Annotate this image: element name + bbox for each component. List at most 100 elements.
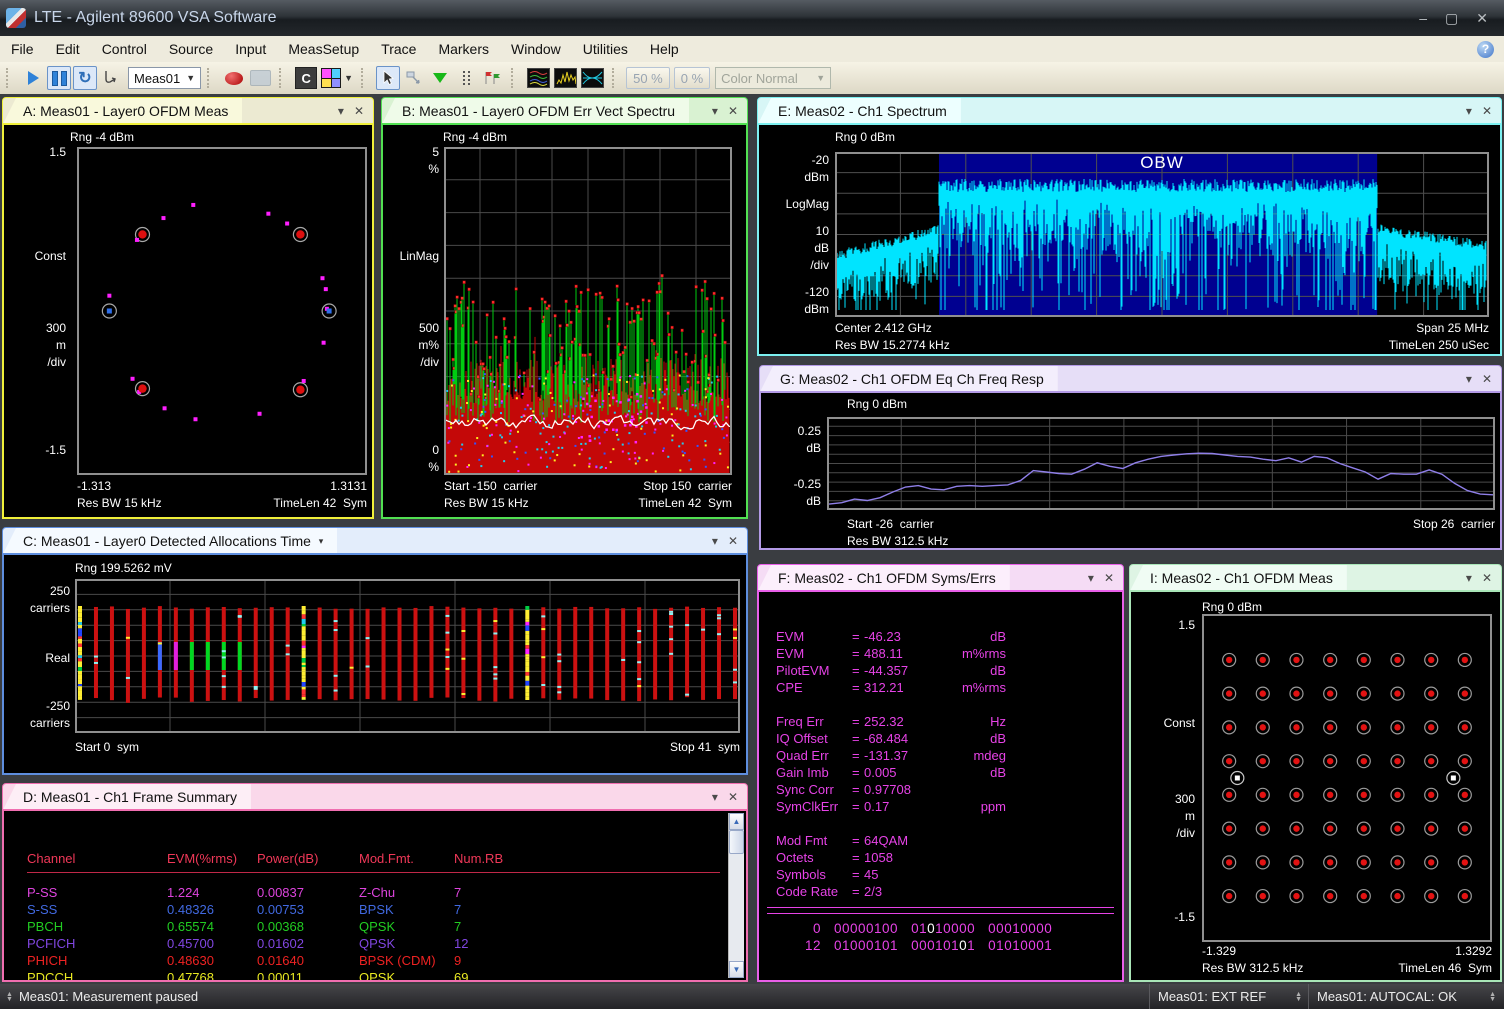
caret-down-icon[interactable]: ▾	[712, 790, 718, 804]
panel-b-body: Rng -4 dBm 5 % LinMag 500 m% /div 0 % St…	[381, 123, 748, 519]
pointer-tool-button[interactable]	[376, 66, 400, 90]
menu-item-file[interactable]: File	[0, 38, 45, 60]
timelen-label: TimeLen 42 Sym	[592, 496, 732, 510]
caret-down-icon[interactable]: ▾	[1466, 571, 1472, 585]
range-label: Rng -4 dBm	[70, 130, 134, 144]
close-button[interactable]: ✕	[1476, 10, 1488, 27]
menu-item-trace[interactable]: Trace	[370, 38, 427, 60]
panel-eq-ch-freq-resp-g: G: Meas02 - Ch1 OFDM Eq Ch Freq Resp ▾✕ …	[759, 365, 1502, 550]
menu-item-markers[interactable]: Markers	[427, 38, 500, 60]
panel-i-header: I: Meas02 - Ch1 OFDM Meas ▾ ✕	[1129, 564, 1502, 592]
menu-item-edit[interactable]: Edit	[45, 38, 91, 60]
peak-marker-button[interactable]	[428, 66, 452, 90]
restart-button[interactable]: ↻	[73, 66, 97, 90]
menu-item-source[interactable]: Source	[158, 38, 224, 60]
toolbar-grip[interactable]	[207, 68, 216, 88]
toolbar-grip[interactable]	[361, 68, 370, 88]
panel-spectrum-e: E: Meas02 - Ch1 Spectrum ▾✕ Rng 0 dBm -2…	[757, 97, 1502, 356]
pointer-icon	[381, 70, 395, 86]
caret-down-icon[interactable]: ▾	[1088, 571, 1094, 585]
eye-diagram-button[interactable]	[580, 66, 605, 90]
status-spinner-icon[interactable]: ▲▼	[1489, 992, 1496, 1002]
decoded-bits-row: 12010001010001010101010001	[759, 938, 1122, 955]
band-markers-button[interactable]	[454, 66, 478, 90]
trigger-button[interactable]	[99, 66, 123, 90]
close-icon[interactable]: ✕	[728, 790, 738, 804]
panel-frame-summary-d: D: Meas01 - Ch1 Frame Summary ▾✕ Channel…	[2, 783, 748, 982]
close-icon[interactable]: ✕	[1482, 104, 1492, 118]
resbw-label: Res BW 312.5 kHz	[1202, 961, 1303, 975]
menu-item-meassetup[interactable]: MeasSetup	[277, 38, 370, 60]
close-icon[interactable]: ✕	[1482, 571, 1492, 585]
pause-button[interactable]	[47, 66, 71, 90]
close-icon[interactable]: ✕	[728, 104, 738, 118]
caret-down-icon[interactable]: ▾	[712, 104, 718, 118]
menu-item-window[interactable]: Window	[500, 38, 572, 60]
spectrogram-display-button[interactable]	[526, 66, 551, 90]
coupling-icon: C	[295, 67, 317, 89]
panel-a-tab[interactable]: A: Meas01 - Layer0 OFDM Meas	[3, 98, 242, 124]
maximize-button[interactable]: ▢	[1445, 10, 1458, 27]
screenshot-button[interactable]	[248, 66, 272, 90]
move-marker-button[interactable]	[402, 66, 426, 90]
record-button[interactable]	[222, 66, 246, 90]
help-icon[interactable]: ?	[1477, 41, 1494, 58]
constellation-plot-a[interactable]	[77, 147, 367, 475]
error-spectrum-plot-b[interactable]	[444, 147, 732, 475]
scrollbar-thumb[interactable]	[729, 830, 744, 854]
close-icon[interactable]: ✕	[1482, 372, 1492, 386]
menu-item-utilities[interactable]: Utilities	[572, 38, 639, 60]
menu-item-control[interactable]: Control	[91, 38, 158, 60]
metric-row: IQ Offset=-68.484dB	[776, 731, 1112, 748]
panel-e-tab[interactable]: E: Meas02 - Ch1 Spectrum	[758, 98, 961, 124]
spectrum-plot-e[interactable]: OBW	[835, 152, 1489, 317]
layout-grid-button[interactable]: ▼	[320, 66, 354, 90]
scroll-down-icon[interactable]: ▼	[729, 961, 744, 978]
close-icon[interactable]: ✕	[354, 104, 364, 118]
panel-b-tab[interactable]: B: Meas01 - Layer0 OFDM Err Vect Spectru	[382, 98, 689, 124]
freq-resp-plot-g[interactable]	[827, 417, 1495, 510]
menu-item-input[interactable]: Input	[224, 38, 277, 60]
panel-i-tab[interactable]: I: Meas02 - Ch1 OFDM Meas	[1130, 565, 1347, 591]
caret-down-icon[interactable]: ▾	[712, 534, 718, 548]
caret-down-icon[interactable]: ▾	[338, 104, 344, 118]
close-icon[interactable]: ✕	[728, 534, 738, 548]
flag-markers-button[interactable]	[480, 66, 504, 90]
scroll-up-icon[interactable]: ▲	[729, 813, 744, 830]
trace-dropdown-icon[interactable]: ▾	[319, 536, 324, 547]
measurement-select[interactable]: Meas01▼	[128, 67, 201, 89]
allocations-plot-c[interactable]	[75, 579, 740, 733]
coupling-button[interactable]: C	[294, 66, 318, 90]
panel-c-tab[interactable]: C: Meas01 - Layer0 Detected Allocations …	[3, 528, 337, 554]
status-spinner-icon[interactable]: ▲▼	[1295, 992, 1302, 1002]
chevron-down-icon: ▼	[816, 73, 825, 83]
panel-g-tab[interactable]: G: Meas02 - Ch1 OFDM Eq Ch Freq Resp	[760, 366, 1058, 392]
metric-row: EVM=-46.23dB	[776, 629, 1112, 646]
toolbar-grip[interactable]	[511, 68, 520, 88]
toolbar-grip[interactable]	[6, 68, 15, 88]
toolbar-grip[interactable]	[279, 68, 288, 88]
range-label: Rng 199.5262 mV	[75, 561, 172, 575]
toolbar-grip[interactable]	[612, 68, 621, 88]
spectrum-display-button[interactable]	[553, 66, 578, 90]
app-icon	[6, 8, 26, 28]
vertical-scrollbar[interactable]: ▲ ▼	[728, 813, 744, 978]
play-button[interactable]	[21, 66, 45, 90]
color-mode-select[interactable]: Color Normal▼	[715, 67, 831, 89]
panel-e-header: E: Meas02 - Ch1 Spectrum ▾ ✕	[757, 97, 1502, 125]
screenshot-icon	[250, 70, 271, 86]
status-spinner-icon[interactable]: ▲▼	[6, 992, 13, 1002]
caret-down-icon[interactable]: ▾	[1466, 372, 1472, 386]
constellation-plot-i[interactable]	[1202, 614, 1492, 942]
minimize-button[interactable]: –	[1419, 10, 1427, 27]
panel-f-tab[interactable]: F: Meas02 - Ch1 OFDM Syms/Errs	[758, 565, 1010, 591]
menu-item-help[interactable]: Help	[639, 38, 690, 60]
close-icon[interactable]: ✕	[1104, 571, 1114, 585]
panel-err-vect-spectrum-b: B: Meas01 - Layer0 OFDM Err Vect Spectru…	[381, 97, 748, 519]
y-scale-button[interactable]: 0 %	[674, 67, 710, 89]
panel-d-tab[interactable]: D: Meas01 - Ch1 Frame Summary	[3, 784, 251, 810]
caret-down-icon[interactable]: ▾	[1466, 104, 1472, 118]
panel-g-body: Rng 0 dBm 0.25 dB -0.25 dB Start -26 car…	[759, 391, 1502, 550]
panel-f-body: EVM=-46.23dBEVM=488.11m%rmsPilotEVM=-44.…	[757, 590, 1124, 982]
x-scale-button[interactable]: 50 %	[626, 67, 670, 89]
